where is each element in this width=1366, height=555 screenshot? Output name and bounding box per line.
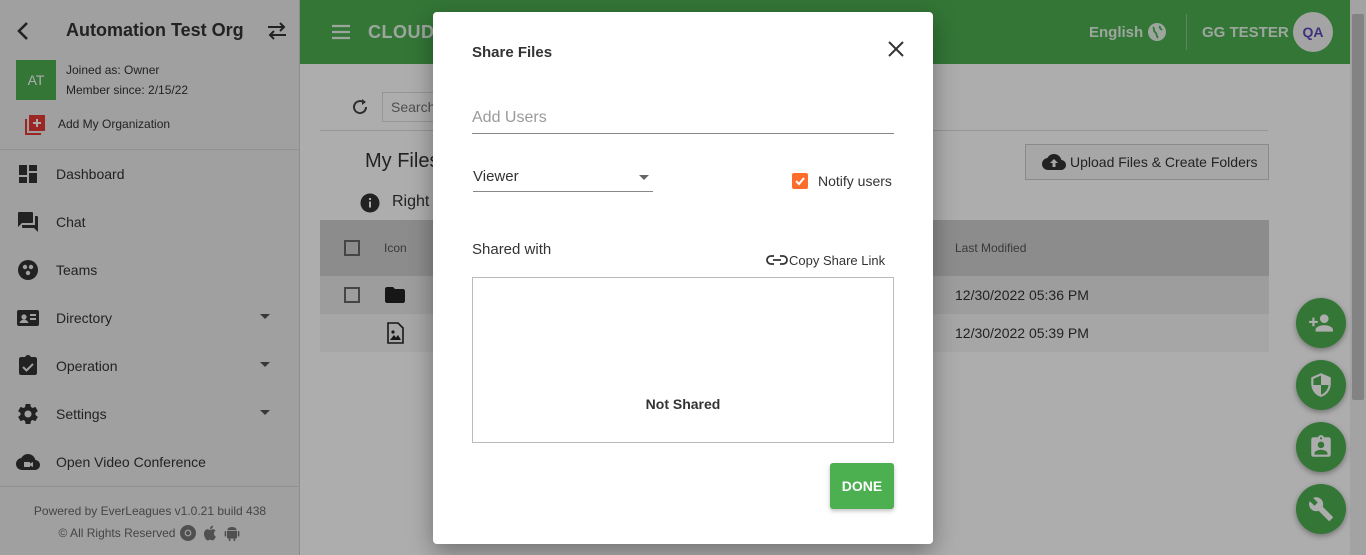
- shared-with-list: Not Shared: [472, 277, 894, 443]
- close-icon[interactable]: [887, 40, 905, 58]
- dialog-title: Share Files: [472, 44, 553, 61]
- copy-share-link-label: Copy Share Link: [789, 252, 886, 268]
- role-select[interactable]: Viewer: [473, 162, 653, 192]
- notify-users-label: Notify users: [818, 173, 892, 189]
- shared-with-label: Shared with: [472, 241, 552, 258]
- add-users-input[interactable]: [472, 102, 894, 134]
- chevron-down-icon: [639, 175, 649, 180]
- done-button[interactable]: DONE: [830, 463, 894, 509]
- checkbox-checked-icon[interactable]: [792, 173, 808, 189]
- not-shared-text: Not Shared: [645, 396, 721, 412]
- link-icon: [766, 255, 788, 265]
- share-files-dialog: Share Files Viewer Notify users Shared w…: [433, 12, 933, 544]
- notify-users-checkbox[interactable]: Notify users: [792, 172, 892, 190]
- role-select-value: Viewer: [473, 168, 519, 185]
- copy-share-link-button[interactable]: Copy Share Link: [766, 250, 885, 270]
